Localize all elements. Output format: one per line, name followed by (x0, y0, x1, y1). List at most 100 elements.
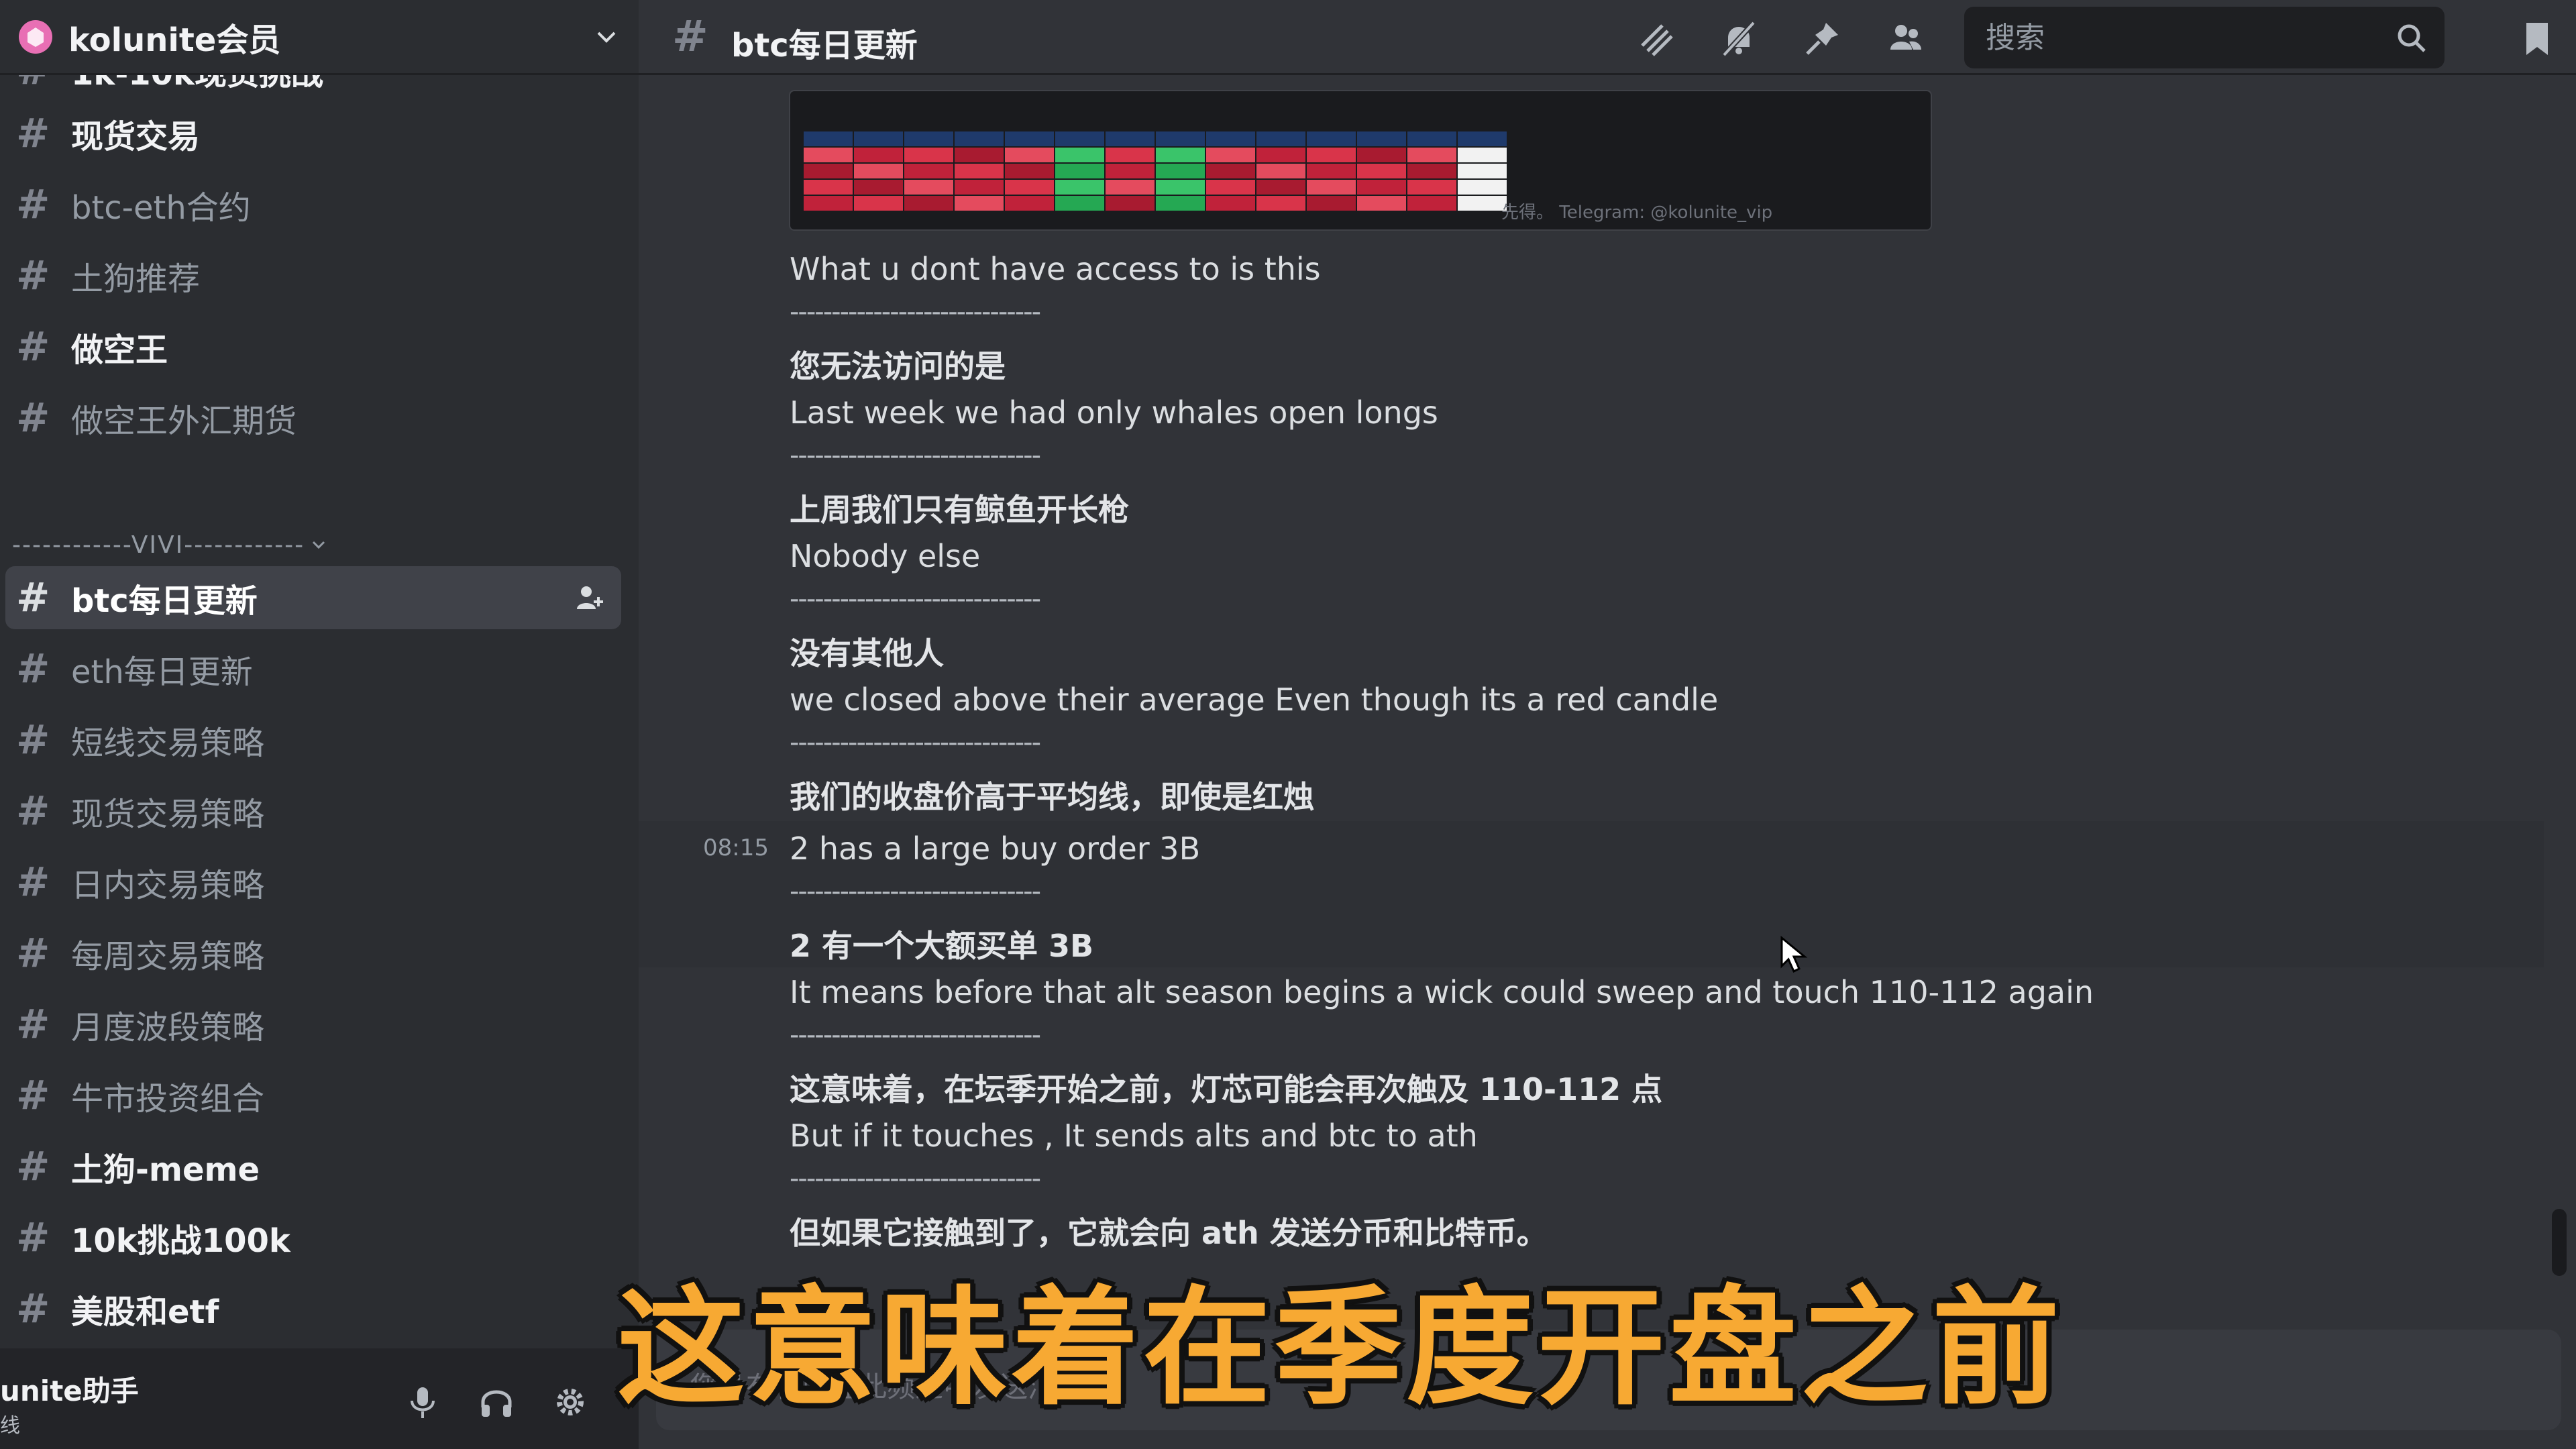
channel-label: 短线交易策略 (71, 724, 265, 762)
channel-item[interactable]: # 10k挑战100k (5, 1206, 621, 1269)
chevron-down-icon (313, 541, 325, 549)
message-divider: ------------------------------ (790, 440, 1041, 471)
hash-icon: # (16, 930, 50, 977)
message-text: But if it touches , It sends alts and bt… (790, 1118, 1478, 1154)
heatmap-cell (1407, 196, 1456, 211)
threads-icon[interactable] (1635, 19, 1676, 59)
channel-item[interactable]: # 现货交易策略 (5, 780, 621, 843)
heatmap-cell (1156, 164, 1205, 178)
user-panel: unite助手 线 (0, 1348, 639, 1449)
channel-item[interactable]: # 1k-10k现货挑战 (5, 75, 621, 102)
channel-item[interactable]: # 现货交易 (5, 102, 621, 165)
message-divider: ------------------------------ (790, 1020, 1041, 1051)
hash-icon: # (16, 574, 50, 621)
heatmap-cell (904, 164, 953, 178)
heatmap-cell (1357, 180, 1406, 195)
attachment-image[interactable]: 先得。 Telegram: @kolunite_vip (789, 90, 1932, 231)
channel-item[interactable]: # 短线交易策略 (5, 708, 621, 771)
hash-icon: # (16, 788, 50, 835)
heatmap-cell (955, 148, 1004, 162)
channel-label: 土狗推荐 (71, 260, 201, 298)
hash-icon: # (672, 12, 708, 62)
channel-header: # btc每日更新 (639, 0, 2576, 75)
heatmap-cell (1458, 196, 1507, 211)
channel-label: btc每日更新 (71, 582, 258, 620)
heatmap-cell (1458, 148, 1507, 162)
heatmap-cell (854, 180, 903, 195)
server-icon (19, 19, 52, 54)
chevron-down-icon[interactable] (593, 23, 620, 50)
heatmap-cell (854, 131, 903, 146)
hash-icon: # (16, 1214, 50, 1261)
heatmap-cell (1307, 196, 1356, 211)
message-text: we closed above their average Even thoug… (790, 682, 1719, 718)
message-text: Last week we had only whales open longs (790, 394, 1438, 431)
category-header-vivi[interactable]: ------------VIVI------------ (12, 518, 329, 572)
server-header[interactable]: kolunite会员 (0, 0, 639, 75)
heatmap-cell (1106, 164, 1155, 178)
message-text: 您无法访问的是 (790, 348, 1006, 384)
heatmap-cell (854, 148, 903, 162)
channel-item[interactable]: # 美股和etf (5, 1277, 621, 1340)
add-member-icon[interactable] (573, 582, 605, 614)
channel-label: 现货交易策略 (71, 796, 265, 833)
channel-item[interactable]: # 每周交易策略 (5, 922, 621, 985)
inbox-icon[interactable] (2517, 19, 2557, 59)
message-text: It means before that alt season begins a… (790, 974, 2094, 1010)
heatmap-cell (1106, 180, 1155, 195)
heatmap-cell (1307, 148, 1356, 162)
headphones-icon[interactable] (476, 1382, 517, 1422)
search-box[interactable] (1964, 7, 2445, 68)
message-text: 我们的收盘价高于平均线，即使是红烛 (790, 779, 1314, 815)
scrollbar-thumb[interactable] (2552, 1209, 2567, 1276)
microphone-icon[interactable] (402, 1382, 443, 1422)
heatmap-cell (1206, 164, 1255, 178)
heatmap-cell (1005, 148, 1054, 162)
heatmap-cell (1458, 131, 1507, 146)
message-text: 2 has a large buy order 3B (790, 830, 1201, 867)
hash-icon: # (16, 645, 50, 692)
hash-icon: # (16, 859, 50, 906)
pin-icon[interactable] (1802, 19, 1842, 59)
hash-icon: # (16, 716, 50, 763)
member-list-icon[interactable] (1885, 19, 1925, 59)
channel-item[interactable]: # 日内交易策略 (5, 851, 621, 914)
heatmap-cell (1106, 131, 1155, 146)
hash-icon: # (16, 181, 50, 228)
user-name[interactable]: unite助手 (0, 1368, 139, 1409)
gear-icon[interactable] (550, 1382, 590, 1422)
channel-item[interactable]: # 土狗推荐 (5, 244, 621, 307)
channel-label: 每周交易策略 (71, 938, 265, 975)
message-divider: ------------------------------ (790, 584, 1041, 614)
search-icon[interactable] (2395, 21, 2428, 55)
heatmap-cell (1005, 164, 1054, 178)
heatmap-cell (1407, 180, 1456, 195)
mute-bell-icon[interactable] (1719, 19, 1759, 59)
channel-list: # 1k-10k现货挑战 # 现货交易 # btc-eth合约 # 土狗推荐 #… (0, 75, 639, 1343)
heatmap-cell (1055, 180, 1104, 195)
channel-item[interactable]: # 土狗-meme (5, 1135, 621, 1198)
channel-item[interactable]: # eth每日更新 (5, 637, 621, 700)
channel-item[interactable]: # 牛市投资组合 (5, 1064, 621, 1127)
channel-label: btc-eth合约 (71, 189, 251, 227)
heatmap-cell (904, 148, 953, 162)
hash-icon: # (16, 1001, 50, 1048)
heatmap-cell (955, 180, 1004, 195)
hash-icon: # (16, 110, 50, 157)
channel-label: 现货交易 (71, 118, 201, 156)
channel-item[interactable]: # 做空王外汇期货 (5, 386, 621, 449)
message-text: What u dont have access to is this (790, 251, 1321, 287)
heatmap-cell (904, 196, 953, 211)
channel-label: 土狗-meme (71, 1151, 260, 1189)
search-input[interactable] (1984, 19, 2363, 56)
heatmap-cell (804, 131, 853, 146)
heatmap-cell (1156, 196, 1205, 211)
channel-item[interactable]: # btc-eth合约 (5, 173, 621, 236)
channel-item[interactable]: # 月度波段策略 (5, 993, 621, 1056)
heatmap-cell (1005, 131, 1054, 146)
channel-item-btc-daily[interactable]: # btc每日更新 (5, 566, 621, 629)
heatmap-cell (1407, 131, 1456, 146)
channel-item[interactable]: # 做空王 (5, 315, 621, 378)
heatmap-cell (854, 196, 903, 211)
heatmap-cell (804, 148, 853, 162)
